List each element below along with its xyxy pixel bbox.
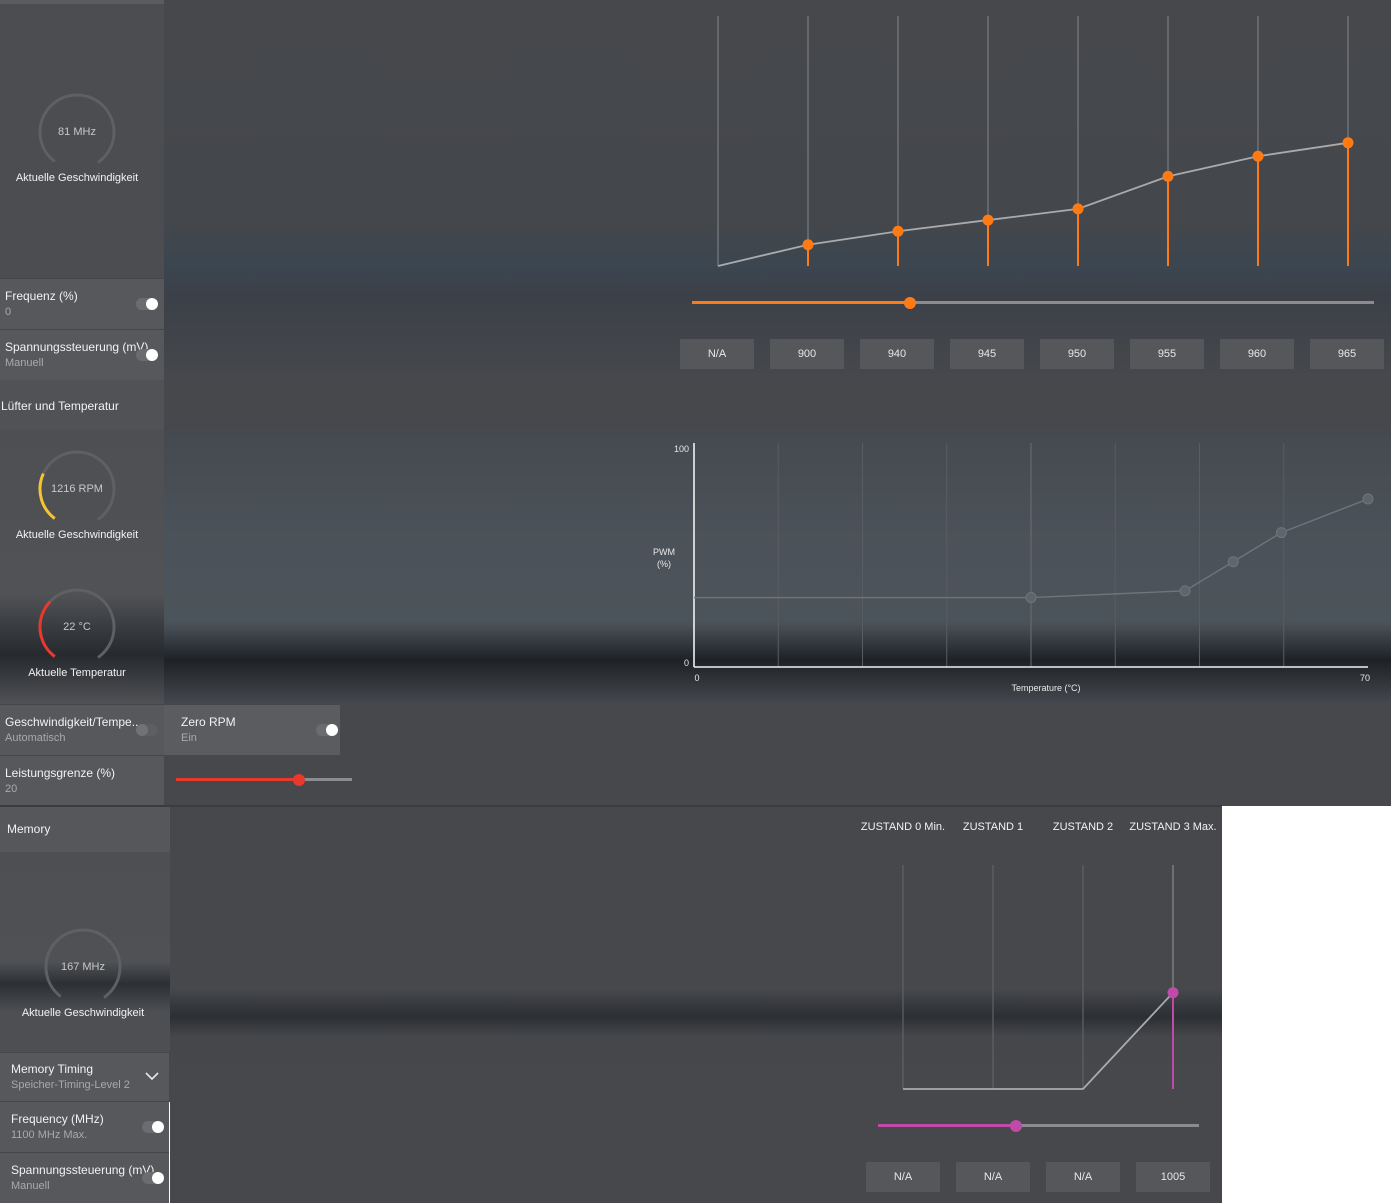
gpu-gauge-value: 81 MHz [58, 126, 96, 138]
memory-curve-point-3 [1167, 987, 1179, 999]
gpu-state-value-7[interactable]: 965 [1310, 339, 1384, 369]
toggle-knob [146, 349, 158, 361]
toggle-knob [146, 298, 158, 310]
memory-voltage-value: Manuell [11, 1180, 50, 1192]
fan-controls-bg [164, 704, 1391, 806]
memory-state-label-3: ZUSTAND 3 Max. [1129, 821, 1217, 833]
memory-curve-line [903, 992, 1174, 1090]
gpu-state-value-6[interactable]: 960 [1220, 339, 1294, 369]
fan-speed-temp-value: Automatisch [5, 732, 66, 744]
fan-x-max-label: 70 [1360, 673, 1370, 683]
gpu-curve-point-4 [1072, 203, 1084, 215]
fan-curve-chart[interactable]: 100 00 70 Temperature (°C) PWM (%) [640, 438, 1391, 700]
slider-handle[interactable] [1010, 1120, 1023, 1132]
fan-curve-point-3 [1227, 556, 1239, 568]
memory-voltage-title: Spannungssteuerung (mV) [11, 1163, 155, 1177]
memory-voltage-row[interactable]: Spannungssteuerung (mV) Manuell [0, 1152, 169, 1203]
gpu-curve-point-7 [1342, 137, 1354, 149]
memory-gauge-value: 167 MHz [60, 961, 106, 973]
memory-state-value-1[interactable]: N/A [956, 1162, 1030, 1192]
slider-fill [176, 778, 300, 781]
gpu-state-value-0[interactable]: N/A [680, 339, 754, 369]
toggle-knob [152, 1121, 164, 1133]
toggle-knob [326, 724, 338, 736]
gpu-state-value-2[interactable]: 940 [860, 339, 934, 369]
memory-state-value-0[interactable]: N/A [866, 1162, 940, 1192]
memory-frequency-row[interactable]: Frequency (MHz) 1100 MHz Max. [0, 1101, 169, 1152]
gpu-frequency-title: Frequenz (%) [5, 289, 78, 303]
gpu-frequency-row[interactable]: Frequenz (%) 0 [0, 278, 164, 329]
chevron-down-icon[interactable] [145, 1071, 159, 1081]
gpu-top-edge [0, 0, 164, 4]
gpu-frequency-slider[interactable] [692, 296, 1374, 310]
gpu-voltage-title: Spannungssteuerung (mV) [5, 340, 149, 354]
power-limit-value: 20 [5, 783, 18, 795]
gpu-state-value-3[interactable]: 945 [950, 339, 1024, 369]
toggle-knob [136, 724, 148, 736]
gpu-gauge-label: Aktuelle Geschwindigkeit [15, 172, 139, 184]
zero-rpm-toggle[interactable] [316, 724, 338, 736]
memory-gauge-label: Aktuelle Geschwindigkeit [21, 1007, 145, 1019]
fan-curve-point-4 [1275, 527, 1287, 539]
gpu-state-curve[interactable] [680, 0, 1391, 280]
gpu-voltage-value: Manuell [5, 357, 44, 369]
fan-speed-temp-row[interactable]: Geschwindigkeit/Tempe... Automatisch [0, 704, 164, 755]
fan-y-max-label: 100 [674, 444, 689, 454]
fan-x-axis-label: Temperature (°C) [1011, 683, 1080, 693]
memory-state-value-3[interactable]: 1005 [1136, 1162, 1210, 1192]
fan-temp-value: 22 °C [63, 621, 91, 633]
gpu-curve-point-6 [1252, 150, 1264, 162]
fan-rpm-label: Aktuelle Geschwindigkeit [15, 529, 139, 541]
fan-x-min-label: 0 [694, 673, 699, 683]
memory-frequency-toggle[interactable] [142, 1121, 164, 1133]
fan-temp-label: Aktuelle Temperatur [28, 667, 126, 679]
gpu-state-value-5[interactable]: 955 [1130, 339, 1204, 369]
gpu-voltage-toggle[interactable] [136, 349, 158, 361]
memory-state-value-2[interactable]: N/A [1046, 1162, 1120, 1192]
toggle-knob [152, 1172, 164, 1184]
memory-section-title: Memory [7, 822, 51, 836]
zero-rpm-title: Zero RPM [181, 715, 236, 729]
fan-section-header: Lüfter und Temperatur [0, 380, 164, 430]
memory-timing-value: Speicher-Timing-Level 2 [11, 1079, 130, 1091]
memory-voltage-toggle[interactable] [142, 1172, 164, 1184]
gpu-frequency-value: 0 [5, 306, 12, 318]
power-limit-title: Leistungsgrenze (%) [5, 766, 116, 780]
slider-handle[interactable] [293, 774, 306, 786]
gpu-curve-point-1 [802, 239, 814, 251]
power-limit-row[interactable]: Leistungsgrenze (%) 20 [0, 755, 164, 806]
fan-y-min-label: 0 [684, 658, 689, 668]
gpu-state-value-1[interactable]: 900 [770, 339, 844, 369]
zero-rpm-value: Ein [181, 732, 197, 744]
gpu-voltage-row[interactable]: Spannungssteuerung (mV) Manuell [0, 329, 164, 380]
memory-timing-row[interactable]: Memory Timing Speicher-Timing-Level 2 [0, 1052, 169, 1101]
fan-rpm-value: 1216 RPM [51, 483, 103, 495]
slider-handle[interactable] [904, 297, 917, 309]
fan-curve-point-5 [1362, 493, 1374, 505]
gpu-state-value-4[interactable]: 950 [1040, 339, 1114, 369]
gpu-curve-point-5 [1162, 170, 1174, 182]
fan-speed-temp-title: Geschwindigkeit/Tempe... [5, 715, 142, 729]
memory-frequency-value: 1100 MHz Max. [11, 1129, 88, 1141]
gpu-curve-point-3 [982, 214, 994, 226]
fan-header-strip [164, 380, 1391, 430]
power-limit-slider[interactable] [176, 773, 352, 787]
gpu-frequency-toggle[interactable] [136, 298, 158, 310]
memory-timing-title: Memory Timing [11, 1062, 94, 1076]
slider-fill [878, 1124, 1017, 1127]
gpu-curve-point-2 [892, 225, 904, 237]
memory-frequency-slider[interactable] [878, 1119, 1199, 1133]
memory-section-header: Memory [0, 807, 170, 852]
fan-section-title: Lüfter und Temperatur [1, 399, 119, 413]
fan-curve-point-2 [1179, 585, 1191, 597]
zero-rpm-row[interactable]: Zero RPM Ein [164, 704, 340, 755]
fan-speed-temp-toggle[interactable] [136, 724, 158, 736]
memory-frequency-title: Frequency (MHz) [11, 1112, 104, 1126]
fan-y-axis-label-0: PWM [653, 547, 675, 557]
fan-y-axis-label-1: (%) [657, 559, 671, 569]
fan-curve-point-1 [1025, 592, 1037, 604]
memory-state-curve[interactable] [860, 852, 1222, 1102]
slider-fill [692, 301, 911, 304]
